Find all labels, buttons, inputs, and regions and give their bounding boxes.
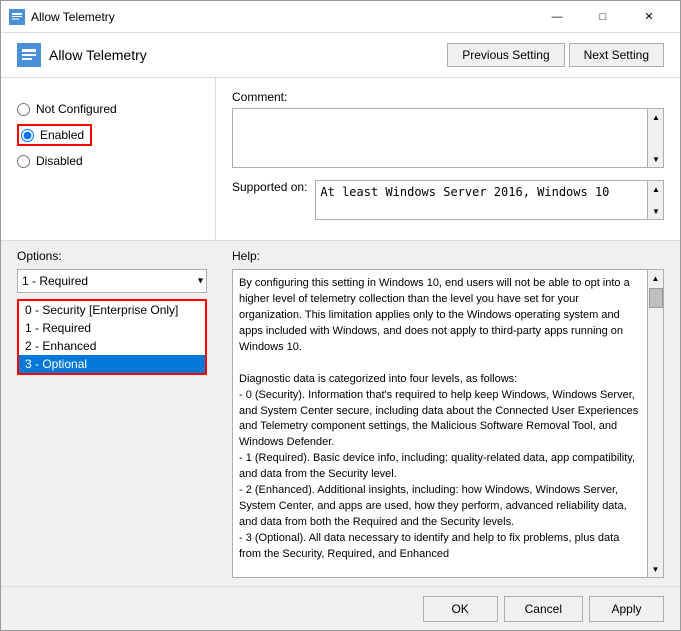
not-configured-label: Not Configured — [36, 102, 117, 116]
next-setting-button[interactable]: Next Setting — [569, 43, 664, 67]
previous-setting-button[interactable]: Previous Setting — [447, 43, 564, 67]
header-bar: Allow Telemetry Previous Setting Next Se… — [1, 33, 680, 78]
dropdown-list: 0 - Security [Enterprise Only] 1 - Requi… — [17, 299, 207, 375]
close-button[interactable]: ✕ — [626, 1, 672, 33]
dropdown-item-3[interactable]: 3 - Optional — [19, 355, 205, 373]
window-title: Allow Telemetry — [31, 10, 115, 24]
policy-icon — [9, 9, 25, 25]
disabled-option[interactable]: Disabled — [17, 154, 199, 168]
title-bar-left: Allow Telemetry — [9, 9, 115, 25]
comment-textarea[interactable] — [232, 108, 648, 168]
help-paragraph-5: - 2 (Enhanced). Additional insights, inc… — [239, 483, 641, 531]
supported-box: ▲ ▼ — [315, 180, 664, 220]
help-scroll-down[interactable]: ▼ — [648, 561, 664, 577]
dropdown-item-0[interactable]: 0 - Security [Enterprise Only] — [19, 301, 205, 319]
supported-row: Supported on: ▲ ▼ — [232, 180, 664, 220]
radio-group: Not Configured Enabled Disabled — [17, 102, 199, 168]
comment-label: Comment: — [232, 90, 664, 104]
scroll-up-arrow[interactable]: ▲ — [648, 109, 664, 125]
title-bar-controls: — □ ✕ — [534, 1, 672, 33]
ok-button[interactable]: OK — [423, 596, 498, 622]
radio-panel: Not Configured Enabled Disabled — [1, 78, 216, 240]
not-configured-option[interactable]: Not Configured — [17, 102, 199, 116]
scroll-down-arrow[interactable]: ▼ — [648, 203, 664, 219]
telemetry-dropdown[interactable]: 1 - Required — [17, 269, 207, 293]
disabled-radio[interactable] — [17, 155, 30, 168]
apply-button[interactable]: Apply — [589, 596, 664, 622]
comment-input-area: ▲ ▼ — [232, 108, 664, 168]
header-buttons: Previous Setting Next Setting — [447, 43, 664, 67]
supported-section: Supported on: ▲ ▼ — [232, 180, 664, 220]
header-title: Allow Telemetry — [49, 47, 147, 63]
title-bar: Allow Telemetry — □ ✕ — [1, 1, 680, 33]
header-left: Allow Telemetry — [17, 43, 147, 67]
help-scroll-up[interactable]: ▲ — [648, 270, 664, 286]
top-section: Not Configured Enabled Disabled Comment: — [1, 78, 680, 241]
comment-section: Comment: ▲ ▼ — [232, 90, 664, 168]
help-scrollbar: ▲ ▼ — [647, 270, 663, 577]
cancel-button[interactable]: Cancel — [504, 596, 583, 622]
help-paragraph-2: Diagnostic data is categorized into four… — [239, 372, 641, 388]
footer: OK Cancel Apply — [1, 586, 680, 630]
dropdown-wrapper: 1 - Required ▾ — [17, 269, 207, 293]
dropdown-item-1[interactable]: 1 - Required — [19, 319, 205, 337]
options-column: Options: 1 - Required ▾ 0 - Security [En… — [17, 249, 232, 578]
scroll-up-arrow[interactable]: ▲ — [648, 181, 664, 197]
supported-scrollbar: ▲ ▼ — [648, 180, 664, 220]
main-window: Allow Telemetry — □ ✕ Allow Telemetry Pr… — [0, 0, 681, 631]
help-paragraph-6: - 3 (Optional). All data necessary to id… — [239, 531, 641, 563]
dropdown-item-2[interactable]: 2 - Enhanced — [19, 337, 205, 355]
help-paragraph-3: - 0 (Security). Information that's requi… — [239, 388, 641, 452]
header-policy-icon — [17, 43, 41, 67]
help-area: By configuring this setting in Windows 1… — [232, 269, 664, 578]
enabled-label: Enabled — [40, 128, 84, 142]
help-paragraph-4: - 1 (Required). Basic device info, inclu… — [239, 451, 641, 483]
not-configured-radio[interactable] — [17, 103, 30, 116]
minimize-button[interactable]: — — [534, 1, 580, 33]
help-text: By configuring this setting in Windows 1… — [233, 270, 647, 577]
help-scroll-thumb[interactable] — [649, 288, 663, 308]
help-paragraph-1: By configuring this setting in Windows 1… — [239, 276, 641, 356]
supported-textarea — [315, 180, 648, 220]
supported-label: Supported on: — [232, 180, 307, 194]
options-label: Options: — [17, 249, 220, 263]
right-config-panel: Comment: ▲ ▼ Supported on: — [216, 78, 680, 240]
scroll-down-arrow[interactable]: ▼ — [648, 151, 664, 167]
maximize-button[interactable]: □ — [580, 1, 626, 33]
comment-scrollbar: ▲ ▼ — [648, 108, 664, 168]
disabled-label: Disabled — [36, 154, 83, 168]
enabled-radio-wrapper: Enabled — [17, 124, 92, 146]
enabled-radio[interactable] — [21, 129, 34, 142]
enabled-option[interactable]: Enabled — [17, 124, 199, 146]
help-column: Help: By configuring this setting in Win… — [232, 249, 664, 578]
main-content: Options: 1 - Required ▾ 0 - Security [En… — [1, 241, 680, 586]
help-label: Help: — [232, 249, 664, 263]
